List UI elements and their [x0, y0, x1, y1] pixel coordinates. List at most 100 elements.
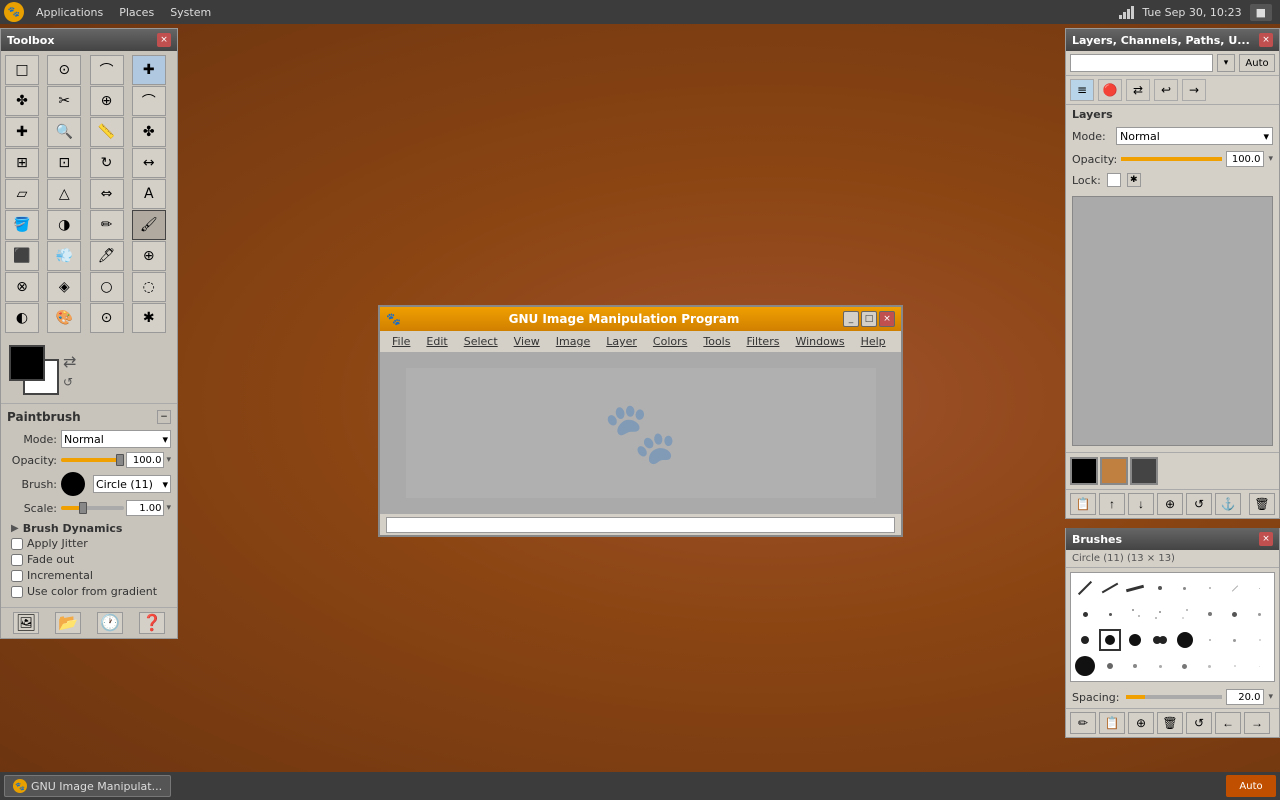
layers-search-input[interactable]: [1070, 54, 1213, 72]
gimp-canvas[interactable]: 🐾: [406, 368, 876, 498]
layers-icon-tab[interactable]: ≡: [1070, 79, 1094, 101]
brush-medium-dot-2[interactable]: [1074, 629, 1096, 651]
prev-brush-btn[interactable]: ←: [1215, 712, 1241, 734]
tool-dodge-burn[interactable]: ◐: [5, 303, 39, 333]
tool-extra1[interactable]: ⊙: [90, 303, 124, 333]
menu-help[interactable]: Help: [853, 333, 894, 350]
tool-pencil[interactable]: ✏: [90, 210, 124, 240]
brush-xl-dot[interactable]: [1074, 655, 1096, 677]
brush-dot-r4b[interactable]: [1124, 655, 1146, 677]
gimp-maximize-button[interactable]: □: [861, 311, 877, 327]
brush-small-dot-r2[interactable]: [1074, 603, 1096, 625]
tool-paintbrush[interactable]: 🖌: [132, 210, 166, 240]
tool-align[interactable]: ⊞: [5, 148, 39, 178]
app-menu-icon[interactable]: 🐾: [4, 2, 24, 22]
menu-tools[interactable]: Tools: [695, 333, 738, 350]
opacity-value[interactable]: 100.0: [126, 452, 164, 468]
tool-by-color-select[interactable]: ✤: [5, 86, 39, 116]
spacing-value[interactable]: 20.0: [1226, 689, 1264, 705]
places-menu[interactable]: Places: [111, 4, 162, 21]
tool-perspective-clone[interactable]: ◈: [47, 272, 81, 302]
foreground-color[interactable]: [9, 345, 45, 381]
layers-panel-close[interactable]: ×: [1259, 33, 1273, 47]
lock-pixels-checkbox[interactable]: [1107, 173, 1121, 187]
tool-airbrush[interactable]: 💨: [47, 241, 81, 271]
brush-dot-r4f[interactable]: [1224, 655, 1246, 677]
menu-select[interactable]: Select: [456, 333, 506, 350]
brush-scatter-2[interactable]: [1149, 603, 1171, 625]
brush-thin-line-2[interactable]: [1099, 577, 1121, 599]
undo-icon-tab[interactable]: ↩: [1154, 79, 1178, 101]
paintbrush-collapse-btn[interactable]: −: [157, 410, 171, 424]
help-button[interactable]: ❓: [139, 612, 165, 634]
raise-layer-btn[interactable]: ↑: [1099, 493, 1125, 515]
brush-tiny-dash[interactable]: [1224, 577, 1246, 599]
mode-select[interactable]: Normal ▾: [61, 430, 171, 448]
tool-bucket-fill[interactable]: 🪣: [5, 210, 39, 240]
tool-scissor-select[interactable]: ✂: [47, 86, 81, 116]
channels-icon-tab[interactable]: 🔴: [1098, 79, 1122, 101]
brush-scatter-1[interactable]: [1124, 603, 1146, 625]
swatch-mid[interactable]: [1100, 457, 1128, 485]
tool-flip[interactable]: ⇔: [90, 179, 124, 209]
brush-dot-r4g[interactable]: [1249, 655, 1271, 677]
tool-free-select[interactable]: ⌒: [90, 55, 124, 85]
tool-blend[interactable]: ◑: [47, 210, 81, 240]
brush-dot-small-3[interactable]: [1199, 603, 1221, 625]
brush-thin-line-1[interactable]: [1074, 577, 1096, 599]
brush-select[interactable]: Circle (11) ▾: [93, 475, 171, 493]
incremental-checkbox[interactable]: [11, 570, 23, 582]
tool-shear[interactable]: ▱: [5, 179, 39, 209]
new-brush-btn[interactable]: 📋: [1099, 712, 1125, 734]
tool-ellipse-select[interactable]: ⊙: [47, 55, 81, 85]
layers-auto-button[interactable]: Auto: [1239, 54, 1275, 72]
fade-out-checkbox[interactable]: [11, 554, 23, 566]
brush-scatter-3[interactable]: [1174, 603, 1196, 625]
tool-rect-select[interactable]: □: [5, 55, 39, 85]
brush-med-dot-r4[interactable]: [1099, 655, 1121, 677]
tool-rotate[interactable]: ↻: [90, 148, 124, 178]
brush-circle-13[interactable]: [1124, 629, 1146, 651]
tool-color-picker[interactable]: ✚: [5, 117, 39, 147]
scale-slider[interactable]: [61, 506, 124, 510]
menu-layer[interactable]: Layer: [598, 333, 645, 350]
brush-circle-11-selected[interactable]: [1099, 629, 1121, 651]
system-menu[interactable]: System: [162, 4, 219, 21]
tool-perspective[interactable]: △: [47, 179, 81, 209]
menu-windows[interactable]: Windows: [787, 333, 852, 350]
edit-brush-btn[interactable]: ✏: [1070, 712, 1096, 734]
tool-scale[interactable]: ↔: [132, 148, 166, 178]
create-new-layer-btn[interactable]: 📋: [1070, 493, 1096, 515]
lock-alpha-icon[interactable]: ✱: [1127, 173, 1141, 187]
duplicate-brush-btn[interactable]: ⊕: [1128, 712, 1154, 734]
tool-blur-sharpen[interactable]: ○: [90, 272, 124, 302]
swatch-black[interactable]: [1070, 457, 1098, 485]
menu-image[interactable]: Image: [548, 333, 598, 350]
apply-jitter-checkbox[interactable]: [11, 538, 23, 550]
lower-layer-btn[interactable]: ↓: [1128, 493, 1154, 515]
tool-move[interactable]: ✤: [132, 117, 166, 147]
brush-tiny-2[interactable]: [1099, 603, 1121, 625]
gimp-minimize-button[interactable]: _: [843, 311, 859, 327]
brush-tiny-r3b[interactable]: [1224, 629, 1246, 651]
opacity-slider[interactable]: [61, 458, 124, 462]
next-brush-btn[interactable]: →: [1244, 712, 1270, 734]
brush-large-dot[interactable]: [1174, 629, 1196, 651]
anchor-layer-btn[interactable]: ⚓: [1215, 493, 1241, 515]
brush-dynamics-row[interactable]: ▶ Brush Dynamics: [7, 520, 171, 537]
tool-zoom[interactable]: 🔍: [47, 117, 81, 147]
layers-mode-select[interactable]: Normal ▾: [1116, 127, 1273, 145]
brush-circle-multi[interactable]: [1149, 629, 1171, 651]
gimp-status-input[interactable]: [386, 517, 895, 533]
brushes-panel-close[interactable]: ×: [1259, 532, 1273, 546]
brush-tiny-r3c[interactable]: [1249, 629, 1271, 651]
tool-eraser[interactable]: ⬛: [5, 241, 39, 271]
tool-ink[interactable]: 🖊: [90, 241, 124, 271]
refresh-brush-btn[interactable]: ↺: [1186, 712, 1212, 734]
paths-icon-tab[interactable]: ⇄: [1126, 79, 1150, 101]
layers-opacity-slider[interactable]: [1121, 157, 1222, 161]
menu-view[interactable]: View: [506, 333, 548, 350]
tool-extra2[interactable]: ✱: [132, 303, 166, 333]
tool-desaturate[interactable]: 🎨: [47, 303, 81, 333]
redo-icon-tab[interactable]: →: [1182, 79, 1206, 101]
